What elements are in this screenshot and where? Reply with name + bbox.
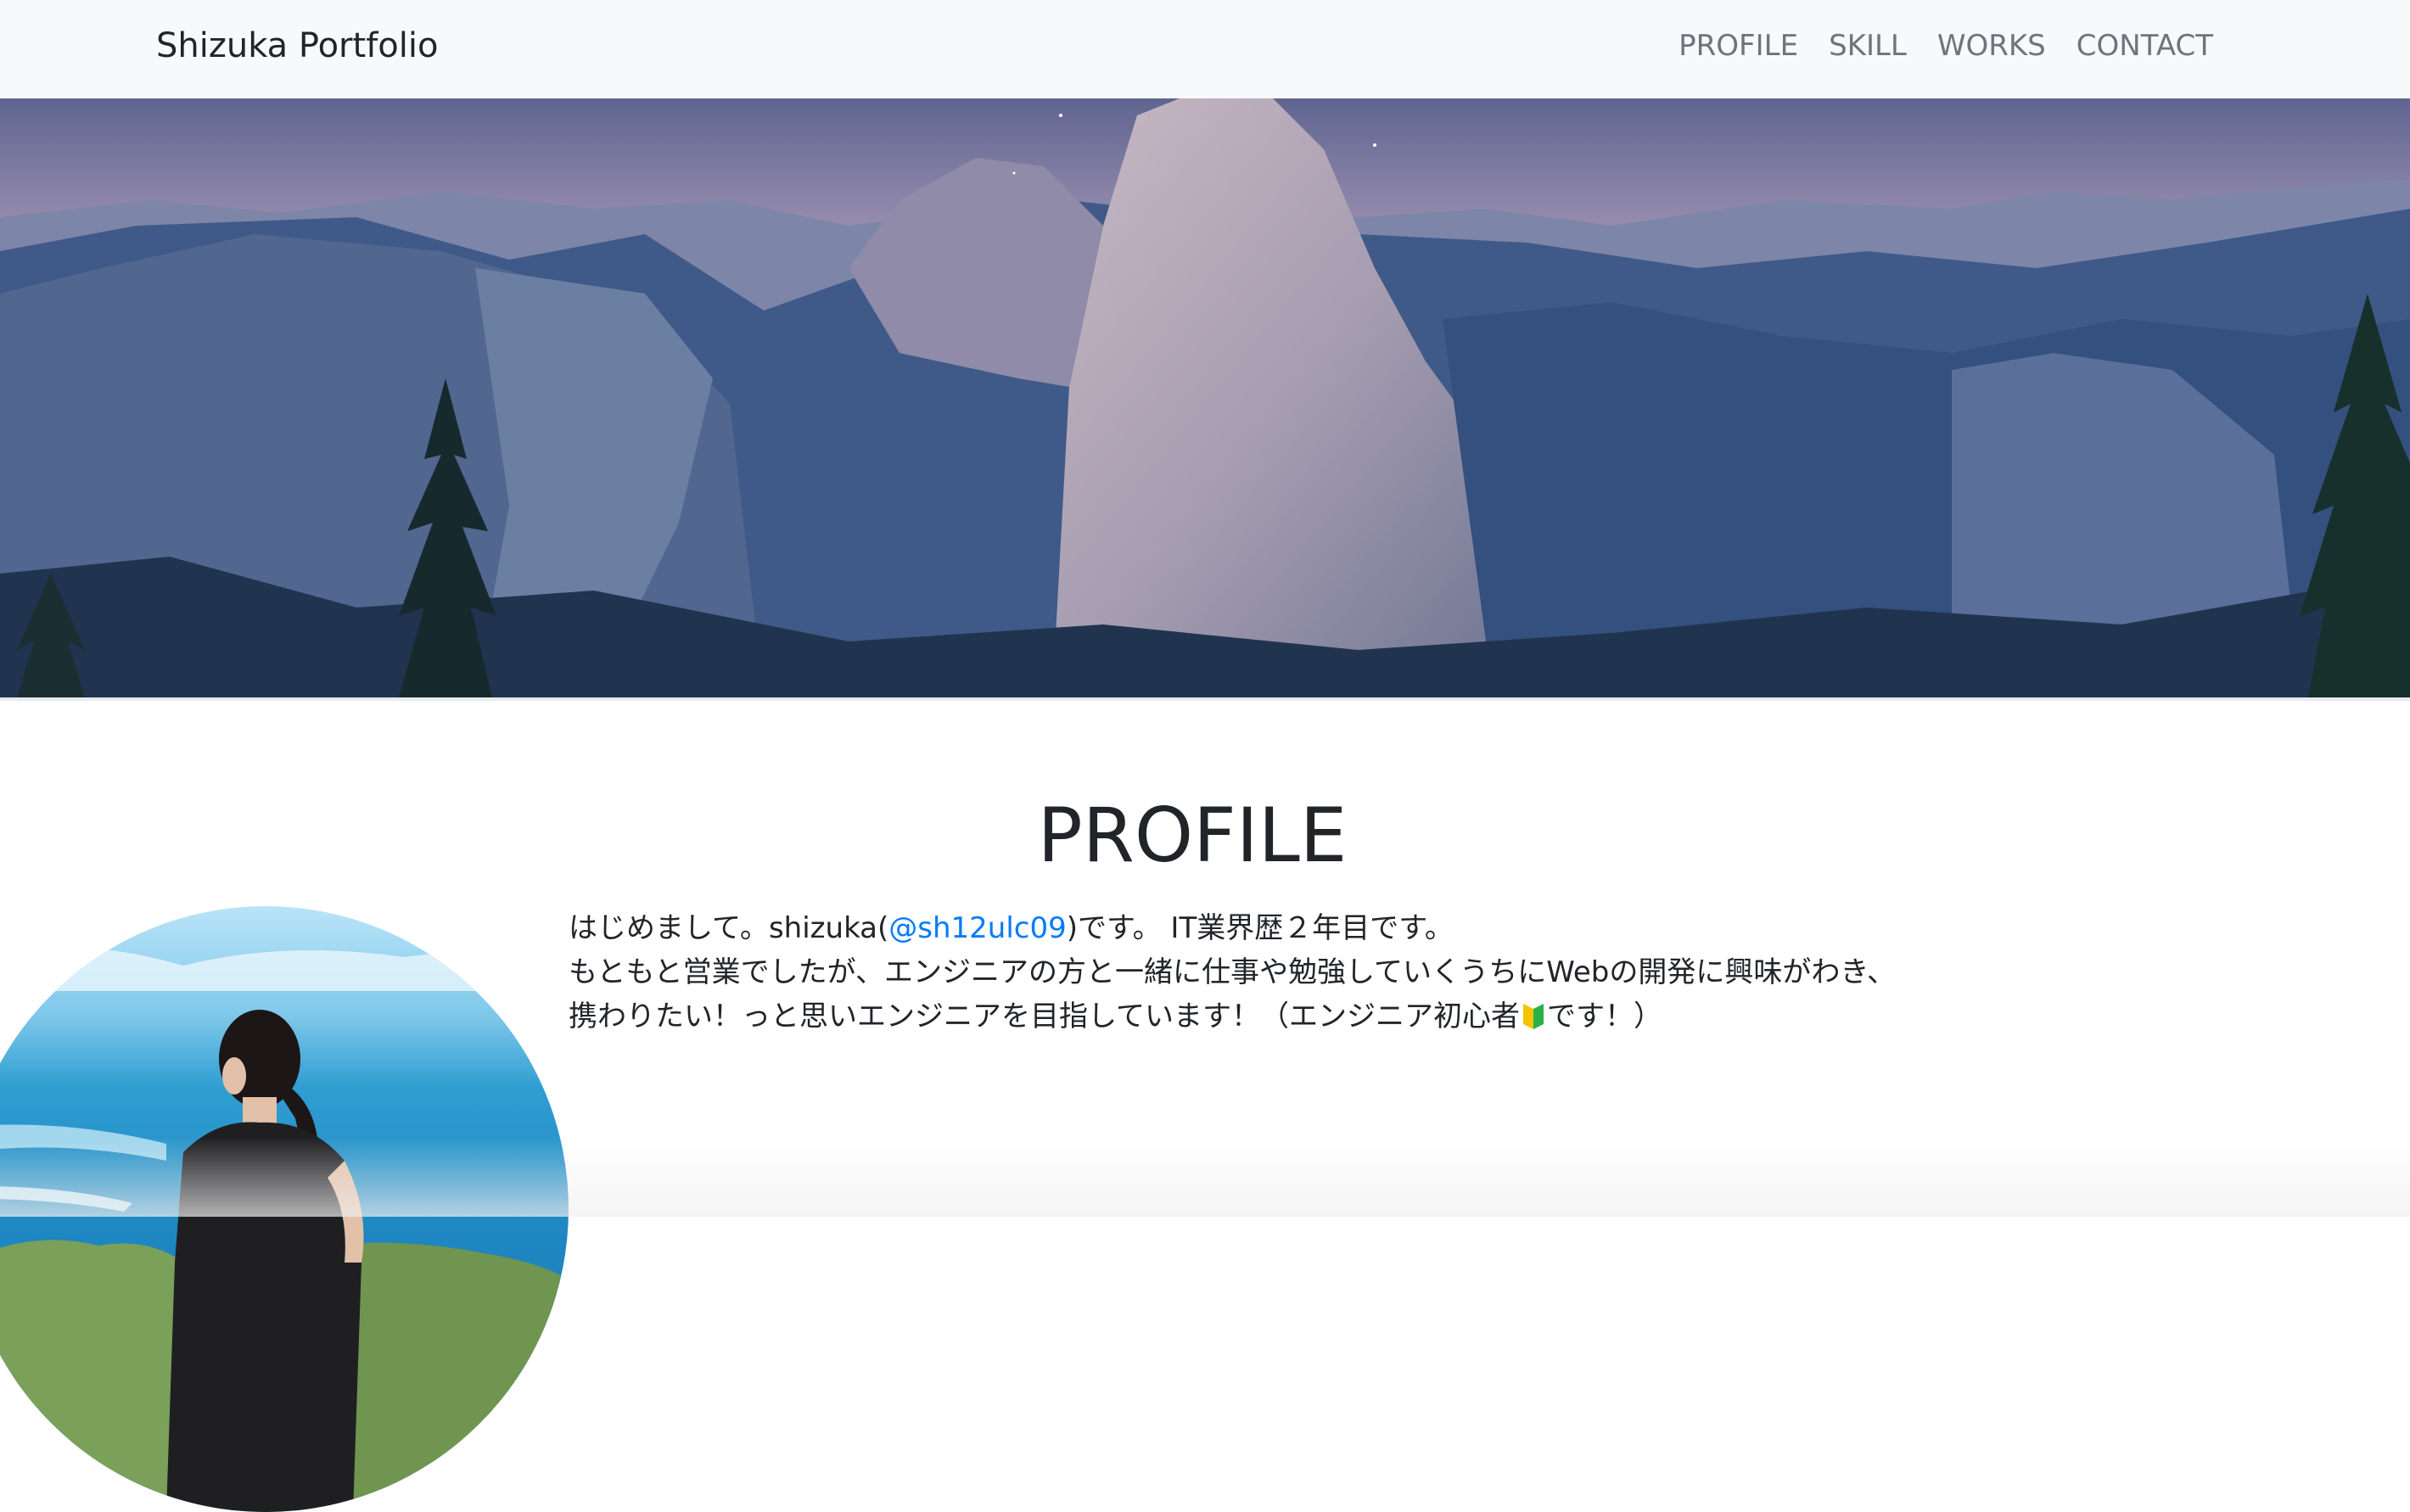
hero-divider xyxy=(0,697,2410,701)
profile-bio: はじめまして。shizuka(@sh12ulc09)です。 IT業界歴２年目です… xyxy=(569,906,2079,1039)
bio-line-3-suffix: です！） xyxy=(1546,1000,1662,1033)
twitter-handle-link[interactable]: @sh12ulc09 xyxy=(888,911,1066,945)
brand-link[interactable]: Shizuka Portfolio xyxy=(156,22,438,70)
profile-heading: PROFILE xyxy=(1037,792,1348,879)
nav-link-skill[interactable]: SKILL xyxy=(1829,22,1907,70)
top-navbar: Shizuka Portfolio PROFILE SKILL WORKS CO… xyxy=(0,0,2410,98)
hero-mountain-image xyxy=(0,98,2410,697)
beginner-mark-icon xyxy=(1522,1004,1544,1029)
bio-line-1-prefix: はじめまして。shizuka( xyxy=(569,911,889,945)
nav-link-works[interactable]: WORKS xyxy=(1937,22,2046,70)
profile-photo-illustration xyxy=(0,946,569,1512)
nav-menu: PROFILE SKILL WORKS CONTACT xyxy=(1679,22,2213,70)
nav-link-contact[interactable]: CONTACT xyxy=(2077,22,2213,70)
bio-line-1-suffix: )です。 IT業界歴２年目です。 xyxy=(1066,911,1454,945)
bio-line-2: もともと営業でしたが、エンジニアの方と一緒に仕事や勉強していくうちにWebの開発… xyxy=(569,955,1897,989)
bio-line-1: はじめまして。shizuka(@sh12ulc09)です。 IT業界歴２年目です… xyxy=(569,906,2079,950)
bio-line-3-prefix: 携わりたい！っと思いエンジニアを目指しています！（エンジニア初心者 xyxy=(569,1000,1520,1033)
hero-landscape-illustration xyxy=(0,98,2410,697)
bio-line-3: 携わりたい！っと思いエンジニアを目指しています！（エンジニア初心者 です！） xyxy=(569,994,2079,1039)
profile-avatar-photo xyxy=(0,906,569,1512)
nav-link-profile[interactable]: PROFILE xyxy=(1679,22,1798,70)
